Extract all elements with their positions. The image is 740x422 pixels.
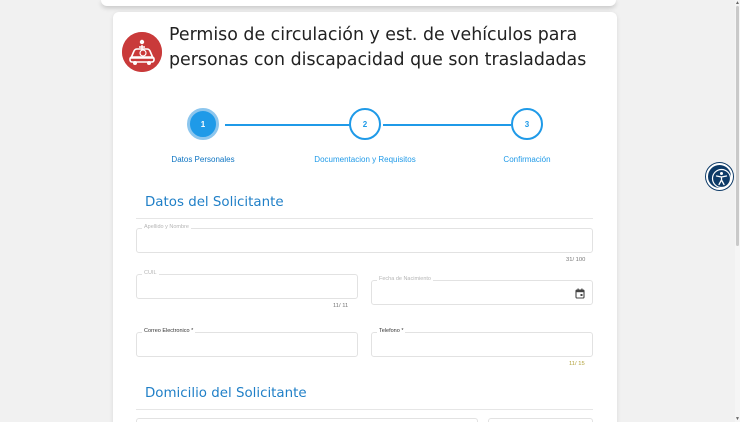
step-3-label[interactable]: Confirmación (503, 155, 550, 164)
stepper-line-1 (225, 124, 351, 126)
fecha-nacimiento-label: Fecha de Nacimiento (377, 276, 433, 282)
step-2-number: 2 (362, 119, 368, 129)
domicilio-field-1[interactable] (136, 418, 478, 422)
correo-electronico-label: Correo Electronico * (142, 328, 196, 334)
top-header-strip (101, 0, 616, 6)
apellido-nombre-counter: 31/ 100 (566, 257, 586, 263)
stepper: 1 2 3 Datos Personales Documentacion y R… (113, 106, 617, 176)
correo-electronico-field[interactable]: Correo Electronico * (136, 328, 358, 357)
step-1-number: 1 (200, 119, 206, 129)
step-3-circle[interactable]: 3 (511, 108, 543, 140)
telefono-label: Telefono * (377, 328, 406, 334)
section-title-domicilio: Domicilio del Solicitante (145, 386, 307, 401)
cuil-label: CUIL (142, 270, 159, 276)
form-card: Permiso de circulación y est. de vehícul… (113, 12, 617, 422)
step-2-label[interactable]: Documentacion y Requisitos (314, 155, 415, 164)
accessibility-icon[interactable] (706, 163, 733, 190)
accessibility-car-icon (122, 32, 162, 72)
scrollbar-thumb[interactable] (736, 6, 739, 246)
page-title: Permiso de circulación y est. de vehícul… (169, 25, 587, 70)
step-1-label[interactable]: Datos Personales (171, 155, 234, 164)
fecha-nacimiento-field[interactable]: Fecha de Nacimiento (371, 276, 593, 305)
step-3-number: 3 (524, 119, 530, 129)
step-2-circle[interactable]: 2 (349, 108, 381, 140)
stepper-line-2 (383, 124, 511, 126)
apellido-nombre-label: Apellido y Nombre (142, 224, 191, 230)
telefono-field[interactable]: Telefono * (371, 328, 593, 357)
page-scrollbar[interactable]: ▲ ▼ (735, 0, 740, 422)
section-divider-domicilio (136, 409, 593, 410)
scroll-down-icon[interactable]: ▼ (735, 416, 740, 422)
cuil-counter: 11/ 11 (333, 303, 349, 309)
domicilio-field-2[interactable] (488, 418, 593, 422)
section-title-solicitante: Datos del Solicitante (145, 195, 284, 210)
apellido-nombre-field[interactable]: Apellido y Nombre (136, 224, 593, 253)
step-1-circle[interactable]: 1 (187, 108, 219, 140)
cuil-field[interactable]: CUIL (136, 270, 358, 299)
calendar-icon[interactable] (575, 286, 585, 304)
telefono-counter: 11/ 15 (569, 361, 585, 367)
section-divider (136, 218, 593, 219)
